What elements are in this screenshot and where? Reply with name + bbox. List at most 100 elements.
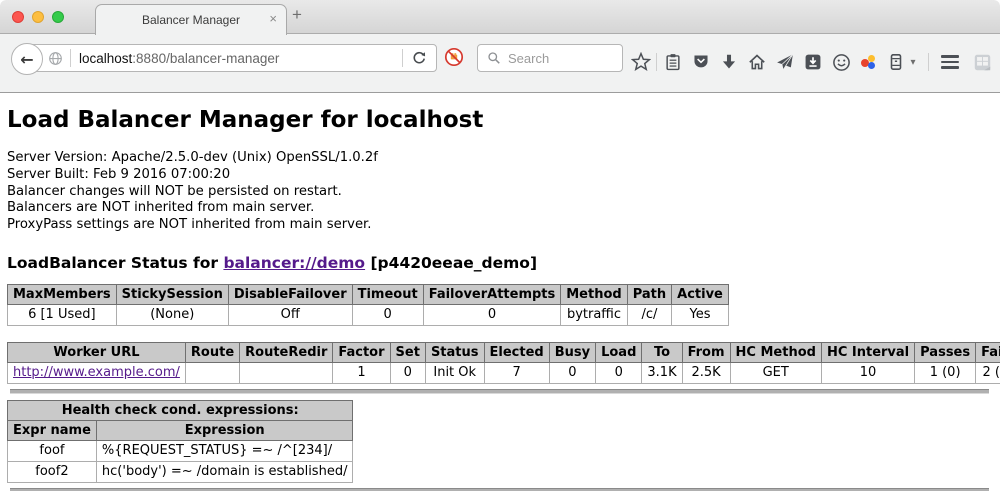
close-window-button[interactable] <box>12 11 24 23</box>
browser-window: Balancer Manager × + ← localhost:8880/ba… <box>0 0 1000 491</box>
table-title: Health check cond. expressions: <box>8 400 353 420</box>
persist-warning-line: Balancer changes will NOT be persisted o… <box>7 184 992 201</box>
table-cell: %{REQUEST_STATUS} =~ /^[234]/ <box>96 440 353 461</box>
column-header: DisableFailover <box>228 284 352 304</box>
column-header: Fails <box>976 342 1000 362</box>
send-page-icon[interactable] <box>773 50 797 74</box>
new-tab-button[interactable]: + <box>292 5 302 25</box>
tab-title: Balancer Manager <box>142 13 240 27</box>
table-row: foof2hc('body') =~ /domain is establishe… <box>8 461 353 482</box>
overflow-caret-icon[interactable]: ▾ <box>906 50 920 74</box>
balancer-demo-link[interactable]: balancer://demo <box>223 254 365 272</box>
table-cell: Yes <box>672 304 729 325</box>
colored-dots <box>860 54 878 70</box>
search-placeholder: Search <box>508 51 549 66</box>
downloads-icon[interactable] <box>717 50 741 74</box>
table-cell: 2.5K <box>682 362 730 383</box>
server-version-line: Server Version: Apache/2.5.0-dev (Unix) … <box>7 150 992 167</box>
table-cell: Init Ok <box>425 362 484 383</box>
menu-hamburger-icon[interactable] <box>938 50 962 74</box>
column-header: Set <box>390 342 425 362</box>
search-icon <box>487 51 501 65</box>
table-cell: bytraffic <box>561 304 627 325</box>
pocket-icon[interactable] <box>689 50 713 74</box>
save-to-device-icon[interactable] <box>801 50 825 74</box>
page-content: Load Balancer Manager for localhost Serv… <box>0 93 1000 491</box>
server-info: Server Version: Apache/2.5.0-dev (Unix) … <box>7 150 992 234</box>
feedback-smiley-icon[interactable] <box>829 50 853 74</box>
toolbar-divider <box>656 53 657 71</box>
balancers-inherit-line: Balancers are NOT inherited from main se… <box>7 200 992 217</box>
plugin-blocked-icon[interactable] <box>444 47 464 67</box>
column-header: Elected <box>484 342 549 362</box>
column-header: MaxMembers <box>8 284 117 304</box>
table-cell <box>185 362 239 383</box>
zoom-window-button[interactable] <box>52 11 64 23</box>
reload-area <box>402 49 436 67</box>
table-cell: 10 <box>821 362 914 383</box>
tab-balancer-manager[interactable]: Balancer Manager × <box>95 4 287 35</box>
column-header: Worker URL <box>8 342 186 362</box>
url-bar[interactable]: localhost:8880/balancer-manager <box>25 44 437 72</box>
urlbar-divider <box>70 49 71 67</box>
table-cell: foof2 <box>8 461 97 482</box>
column-header: HC Method <box>730 342 821 362</box>
navigation-toolbar: ← localhost:8880/balancer-manager Search <box>0 34 1000 93</box>
balancer-table: MaxMembersStickySessionDisableFailoverTi… <box>7 284 729 326</box>
column-header: Path <box>627 284 671 304</box>
column-header: FailoverAttempts <box>423 284 561 304</box>
table-cell: 0 <box>352 304 423 325</box>
reload-icon[interactable] <box>411 50 427 66</box>
page-title: Load Balancer Manager for localhost <box>7 107 992 133</box>
search-input[interactable]: Search <box>477 44 623 72</box>
hamburger-bars <box>941 55 959 69</box>
tab-close-icon[interactable]: × <box>269 11 277 27</box>
table-header-row: MaxMembersStickySessionDisableFailoverTi… <box>8 284 729 304</box>
worker-url-link[interactable]: http://www.example.com/ <box>13 365 180 380</box>
back-arrow-icon: ← <box>20 50 33 69</box>
status-heading: LoadBalancer Status for balancer://demo … <box>7 254 992 272</box>
reading-list-icon[interactable] <box>661 50 685 74</box>
column-header: RouteRedir <box>240 342 333 362</box>
column-header: Method <box>561 284 627 304</box>
table-cell: 1 <box>333 362 390 383</box>
container-vault-icon[interactable] <box>884 50 908 74</box>
column-header: Expression <box>96 420 353 440</box>
back-button[interactable]: ← <box>11 43 43 75</box>
table-cell: /c/ <box>627 304 671 325</box>
extension-dots-icon[interactable] <box>857 50 881 74</box>
table-cell: 2 (0) <box>976 362 1000 383</box>
column-header: To <box>642 342 682 362</box>
column-header: Status <box>425 342 484 362</box>
column-header: Timeout <box>352 284 423 304</box>
table-cell: 0 <box>549 362 595 383</box>
traffic-lights <box>12 11 64 23</box>
titlebar: Balancer Manager × + <box>0 0 1000 34</box>
tab-groups-icon[interactable] <box>970 50 994 74</box>
table-cell: foof <box>8 440 97 461</box>
urlbar-divider <box>402 49 403 67</box>
url-path: :8880/balancer-manager <box>132 51 279 66</box>
column-header: Factor <box>333 342 390 362</box>
column-header: Active <box>672 284 729 304</box>
column-header: Passes <box>915 342 976 362</box>
table-row: http://www.example.com/10Init Ok7003.1K2… <box>8 362 1000 383</box>
table-row: 6 [1 Used](None)Off00bytraffic/c/Yes <box>8 304 729 325</box>
status-heading-suffix: [p4420eeae_demo] <box>365 254 537 272</box>
bookmark-star-icon[interactable] <box>629 50 653 74</box>
table-header-row: Worker URLRouteRouteRedirFactorSetStatus… <box>8 342 1000 362</box>
caret-down-icon: ▾ <box>910 57 915 68</box>
health-check-table: Health check cond. expressions:Expr name… <box>7 400 353 483</box>
table-row: foof%{REQUEST_STATUS} =~ /^[234]/ <box>8 440 353 461</box>
proxypass-inherit-line: ProxyPass settings are NOT inherited fro… <box>7 217 992 234</box>
table-cell: 0 <box>390 362 425 383</box>
server-built-line: Server Built: Feb 9 2016 07:00:20 <box>7 167 992 184</box>
table-cell: GET <box>730 362 821 383</box>
table-header-row: Expr nameExpression <box>8 420 353 440</box>
table-cell: 3.1K <box>642 362 682 383</box>
column-header: StickySession <box>116 284 228 304</box>
column-header: Busy <box>549 342 595 362</box>
home-icon[interactable] <box>745 50 769 74</box>
minimize-window-button[interactable] <box>32 11 44 23</box>
column-header: From <box>682 342 730 362</box>
